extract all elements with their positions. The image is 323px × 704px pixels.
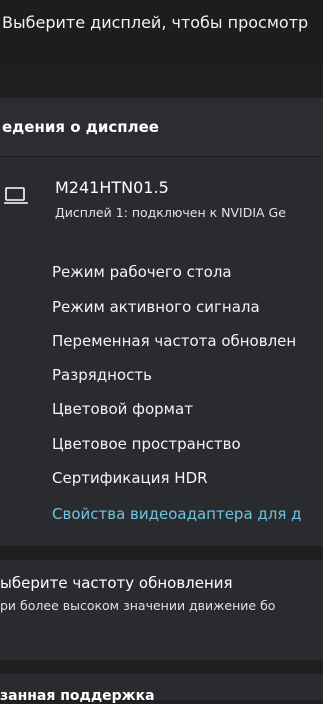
- display-connection-subtitle: Дисплей 1: подключен к NVIDIA Ge: [55, 205, 286, 220]
- info-item-bit-depth: Разрядность: [52, 366, 152, 384]
- info-item-variable-refresh-rate: Переменная частота обновлен: [52, 332, 297, 350]
- info-item-color-format: Цветовой формат: [52, 400, 193, 418]
- info-item-desktop-mode: Режим рабочего стола: [52, 263, 232, 281]
- info-item-color-space: Цветовое пространство: [52, 435, 241, 453]
- top-strip: [0, 0, 323, 64]
- adapter-properties-link[interactable]: Свойства видеоадаптера для д: [52, 505, 302, 523]
- select-display-prompt: Выберите дисплей, чтобы просмотр: [2, 13, 309, 32]
- refresh-rate-description: ри более высоком значении движение бо: [0, 598, 276, 613]
- section-gap: [0, 660, 323, 674]
- display-name: M241HTN01.5: [55, 178, 169, 197]
- info-item-hdr-certification: Сертификация HDR: [52, 469, 208, 487]
- info-item-active-signal-mode: Режим активного сигнала: [52, 298, 260, 316]
- section-gap: [0, 64, 323, 98]
- support-title: занная поддержка: [0, 688, 155, 704]
- display-info-title: едения о дисплее: [2, 118, 159, 136]
- section-gap: [0, 546, 323, 560]
- refresh-rate-title: ыберите частоту обновления: [0, 574, 233, 592]
- monitor-icon: [4, 187, 28, 204]
